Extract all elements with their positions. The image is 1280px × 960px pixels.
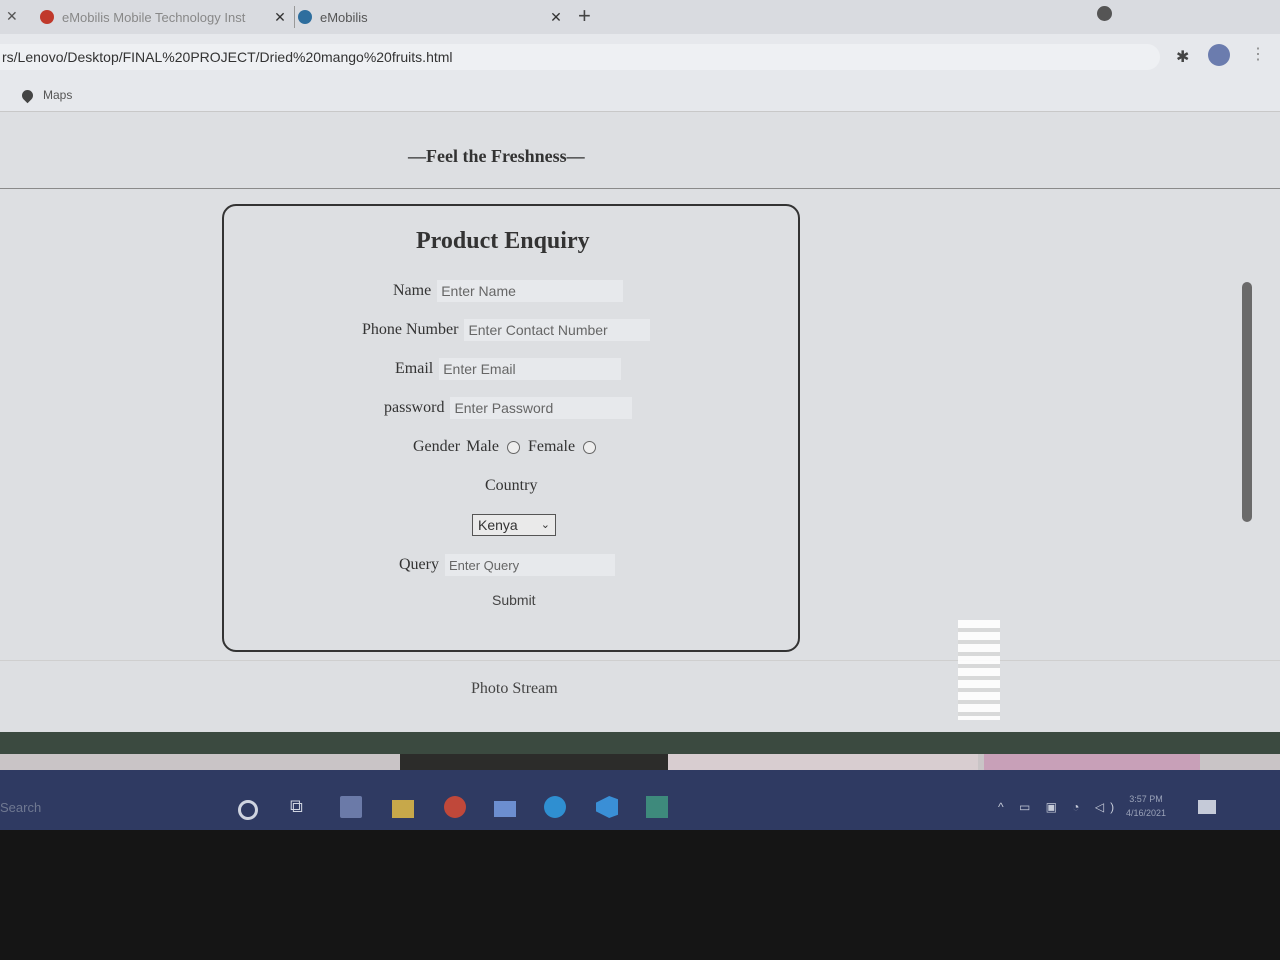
gender-female-radio[interactable] [583,440,597,454]
tab-divider [294,6,295,28]
form-title: Product Enquiry [416,228,590,254]
email-row: Email [395,358,622,380]
name-row: Name [393,280,624,302]
extension-icon[interactable] [1097,6,1112,21]
system-tray-icons[interactable]: ^ ▭ ▣ ◔ ◁) [998,800,1120,814]
map-pin-icon [19,87,36,103]
page-footer-strip [0,732,1280,754]
gender-label: Gender [413,438,461,455]
clock-time: 3:57 PM [1129,794,1163,804]
tab-emobilis[interactable]: eMobilis ✕ [298,4,566,30]
submit-button[interactable]: Submit [492,592,536,608]
query-input[interactable] [444,554,615,576]
edge-icon[interactable] [544,796,566,818]
email-label: Email [395,360,434,377]
app-icon[interactable] [646,796,668,818]
clock-date: 4/16/2021 [1126,808,1167,818]
notification-icon[interactable] [1198,800,1216,814]
bookmark-maps[interactable]: Maps [19,87,73,103]
tab-title: eMobilis Mobile Technology Inst [62,9,246,25]
windows-taskbar: Search ⧉ ^ ▭ ▣ ◔ ◁) 3:57 PM 4/16/2021 [0,770,1280,830]
bookmark-label: Maps [43,88,73,102]
close-icon[interactable]: ✕ [6,8,18,25]
cortana-icon[interactable] [238,800,258,820]
file-explorer-icon[interactable] [392,800,414,818]
url-field[interactable]: rs/Lenovo/Desktop/FINAL%20PROJECT/Dried%… [0,44,1160,70]
new-tab-button[interactable]: + [578,3,591,29]
name-label: Name [393,282,432,299]
tab-close-icon[interactable]: ✕ [546,9,566,26]
taskbar-clock[interactable]: 3:57 PM 4/16/2021 [1126,792,1166,820]
puzzle-extensions-icon[interactable]: ✱ [1176,47,1189,67]
tab-strip: ✕ eMobilis Mobile Technology Inst ✕ eMob… [0,0,1280,34]
menu-kebab-icon[interactable]: ⋮ [1250,44,1266,64]
mail-icon[interactable] [494,801,516,817]
taskbar-search[interactable]: Search [0,800,41,815]
photo-image[interactable] [668,754,978,770]
tab-title: eMobilis [320,9,368,25]
chrome-icon[interactable] [444,796,466,818]
store-icon[interactable] [340,796,362,818]
photo-image[interactable] [400,754,668,770]
country-label: Country [485,477,538,494]
screen-glare [958,620,1000,720]
country-selected-value: Kenya [478,517,518,533]
web-page: —Feel the Freshness— Product Enquiry Nam… [0,112,1280,732]
tab-close-icon[interactable]: ✕ [270,9,290,26]
gender-male-label: Male [466,438,499,455]
divider [0,188,1280,189]
gender-male-radio[interactable] [506,440,520,454]
phone-label: Phone Number [362,321,459,338]
profile-avatar[interactable] [1208,44,1230,66]
photo-image[interactable] [984,754,1200,770]
country-row: Country [485,477,537,495]
task-view-icon[interactable]: ⧉ [290,796,312,818]
section-divider [0,660,1280,661]
password-label: password [384,399,445,416]
query-row: Query [399,554,615,576]
chevron-down-icon: ⌄ [540,519,550,531]
vscode-icon[interactable] [596,796,618,818]
phone-input[interactable] [464,319,651,341]
phone-row: Phone Number [362,319,651,341]
bookmarks-bar: Maps [0,80,1280,112]
photo-stream-heading: Photo Stream [471,680,558,697]
gender-female-label: Female [527,438,576,455]
favicon-icon [40,10,54,24]
email-input[interactable] [439,358,622,380]
page-tagline: —Feel the Freshness— [408,146,585,166]
favicon-icon [298,10,312,24]
monitor-bezel [0,830,1280,960]
gender-row: Gender Male Female [413,438,604,456]
password-input[interactable] [450,397,633,419]
country-select[interactable]: Kenya ⌄ [472,514,556,536]
enquiry-form-box [222,204,800,652]
query-label: Query [399,556,439,573]
password-row: password [384,397,633,419]
name-input[interactable] [437,280,624,302]
tab-emobilis-institute[interactable]: eMobilis Mobile Technology Inst ✕ [40,4,290,30]
photo-stream-images [0,754,1280,770]
address-bar-area: rs/Lenovo/Desktop/FINAL%20PROJECT/Dried%… [0,34,1280,80]
page-scrollbar[interactable] [1242,282,1252,522]
